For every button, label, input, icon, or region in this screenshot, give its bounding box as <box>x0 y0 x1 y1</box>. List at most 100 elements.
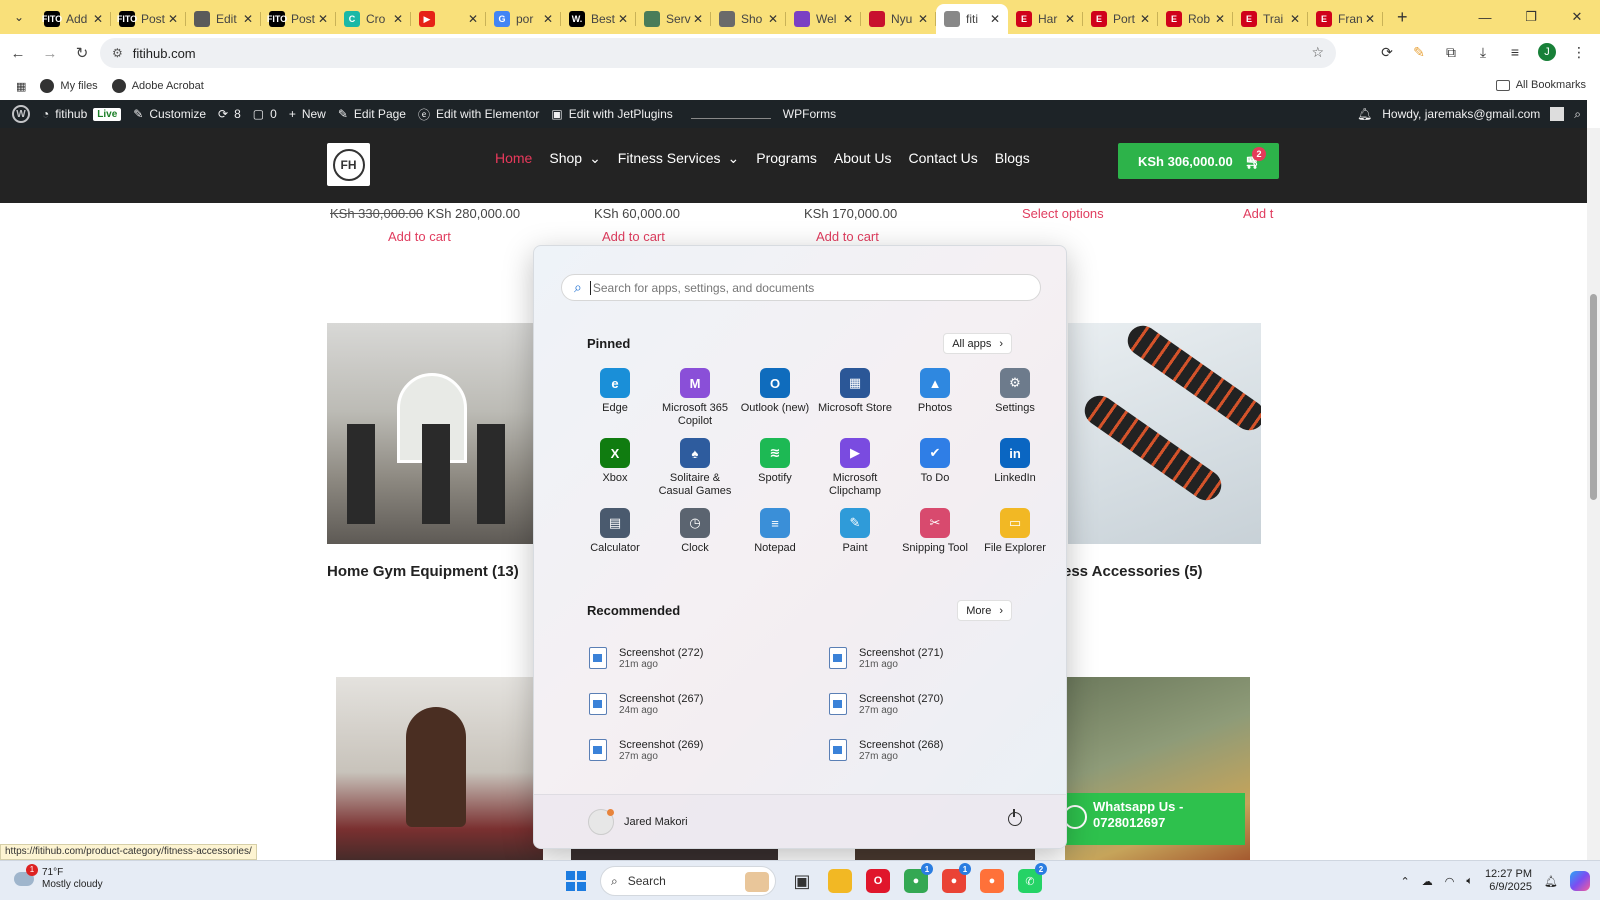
recommended-item[interactable]: Screenshot (270) 27m ago <box>829 681 1029 727</box>
scroll-thumb[interactable] <box>1590 294 1597 500</box>
pinned-app-calculator[interactable]: ▤ Calculator <box>575 508 655 578</box>
tab-close-icon[interactable]: ✕ <box>916 12 930 26</box>
tab-close-icon[interactable]: ✕ <box>766 12 780 26</box>
wp-customize[interactable]: ✎ Customize <box>133 107 206 121</box>
bookmark-my-files[interactable]: My files <box>40 79 98 93</box>
category-title-home-gym[interactable]: Home Gym Equipment (13) <box>327 563 519 580</box>
pinned-app-settings[interactable]: ⚙ Settings <box>975 368 1055 438</box>
tab-close-icon[interactable]: ✕ <box>316 12 330 26</box>
pinned-app-snipping[interactable]: ✂ Snipping Tool <box>895 508 975 578</box>
extension-sync-icon[interactable]: ⟳ <box>1374 39 1400 65</box>
nav-about-us[interactable]: About Us <box>834 150 892 167</box>
download-icon[interactable]: ⤓ <box>1470 39 1496 65</box>
taskbar-search[interactable]: ⌕ Search <box>600 866 776 896</box>
wp-updates[interactable]: ⟳ 8 <box>218 107 241 121</box>
chevron-down-icon[interactable]: ⌄ <box>589 150 601 167</box>
onedrive-icon[interactable]: ☁ <box>1422 875 1433 888</box>
tab-close-icon[interactable]: ✕ <box>241 12 255 26</box>
tab-close-icon[interactable]: ✕ <box>166 12 180 26</box>
notification-bell-icon[interactable]: 🔔︎ <box>1357 107 1372 121</box>
opera-icon[interactable]: O <box>866 869 890 893</box>
wp-stats-sparkline[interactable] <box>690 109 771 119</box>
wp-edit-page[interactable]: ✎ Edit Page <box>338 107 406 121</box>
browser-tab[interactable]: Wel ✕ <box>786 4 861 34</box>
pinned-app-folder[interactable]: ▭ File Explorer <box>975 508 1055 578</box>
forward-icon[interactable]: → <box>36 39 64 67</box>
pinned-app-paint[interactable]: ✎ Paint <box>815 508 895 578</box>
browser-tab[interactable]: Nyu ✕ <box>861 4 936 34</box>
jump-rope-image[interactable] <box>1068 323 1261 544</box>
address-bar[interactable]: ⚙ fitihub.com ☆ <box>100 38 1336 68</box>
browser-tab[interactable]: W. Best ✕ <box>561 4 636 34</box>
nav-programs[interactable]: Programs <box>756 150 817 167</box>
chevron-up-icon[interactable]: ⌃ <box>1401 875 1410 888</box>
new-tab-button[interactable]: + <box>1397 7 1408 28</box>
wp-search-icon[interactable]: ⌕ <box>1574 107 1581 122</box>
extensions-icon[interactable]: ⧉ <box>1438 39 1464 65</box>
tab-close-icon[interactable]: ✕ <box>466 12 480 26</box>
tab-close-icon[interactable]: ✕ <box>841 12 855 26</box>
site-info-icon[interactable]: ⚙ <box>112 46 123 60</box>
pinned-app-photos[interactable]: ▲ Photos <box>895 368 975 438</box>
tab-close-icon[interactable]: ✕ <box>1063 12 1077 26</box>
user-avatar[interactable] <box>1550 107 1565 121</box>
recommended-item[interactable]: Screenshot (267) 24m ago <box>589 681 829 727</box>
wordpress-logo-icon[interactable]: W <box>12 105 30 123</box>
wp-site-link[interactable]: ◔ fitihub Live <box>42 107 122 121</box>
apps-grid-icon[interactable]: ▦ <box>16 80 26 93</box>
wp-edit-elementor[interactable]: ⓔ Edit with Elementor <box>418 106 539 123</box>
browser-tab[interactable]: FITO Post ✕ <box>261 4 336 34</box>
wifi-icon[interactable]: ◠ <box>1445 875 1455 888</box>
whatsapp-icon[interactable]: ✆ 2 <box>1018 863 1047 893</box>
browser-tab[interactable]: Edit ✕ <box>186 4 261 34</box>
browser-tab[interactable]: FITO Add ✕ <box>36 4 111 34</box>
chevron-down-icon[interactable]: ⌄ <box>728 150 740 167</box>
media-control-icon[interactable]: ≡ <box>1502 39 1528 65</box>
wp-new[interactable]: + New <box>289 107 326 121</box>
nav-contact-us[interactable]: Contact Us <box>909 150 978 167</box>
weather-widget[interactable]: 1 71°F Mostly cloudy <box>14 864 103 891</box>
task-view-icon[interactable]: ▣ <box>790 869 814 893</box>
windows-start-icon[interactable] <box>566 871 586 891</box>
pinned-app-clipchamp[interactable]: ▶ Microsoft Clipchamp <box>815 438 895 508</box>
start-search-input[interactable]: ⌕ Search for apps, settings, and documen… <box>561 274 1041 301</box>
browser-tab[interactable]: E Har ✕ <box>1008 4 1083 34</box>
page-scrollbar[interactable] <box>1587 128 1600 860</box>
tab-close-icon[interactable]: ✕ <box>541 12 555 26</box>
browser-tab[interactable]: E Trai ✕ <box>1233 4 1308 34</box>
whatsapp-button[interactable]: Whatsapp Us - 0728012697 <box>1055 793 1245 845</box>
site-logo[interactable]: FH <box>327 143 370 186</box>
wp-howdy[interactable]: Howdy, jaremaks@gmail.com <box>1382 107 1540 121</box>
athlete-image[interactable] <box>336 677 543 860</box>
nav-shop[interactable]: Shop <box>549 150 582 167</box>
chrome-icon[interactable]: ● 1 <box>904 863 933 893</box>
browser-tab[interactable]: FITO Post ✕ <box>111 4 186 34</box>
recommended-item[interactable]: Screenshot (271) 21m ago <box>829 635 1029 681</box>
product-action-link[interactable]: Add t <box>1243 206 1273 221</box>
tab-close-icon[interactable]: ✕ <box>988 12 1002 26</box>
pinned-app-spotify[interactable]: ≋ Spotify <box>735 438 815 508</box>
pinned-app-outlook[interactable]: O Outlook (new) <box>735 368 815 438</box>
notification-bell-icon[interactable]: 🔔︎ <box>1544 875 1558 888</box>
menu-icon[interactable]: ⋮ <box>1566 39 1592 65</box>
pinned-app-store[interactable]: ▦ Microsoft Store <box>815 368 895 438</box>
more-button[interactable]: More › <box>957 600 1012 621</box>
product-action-link[interactable]: Add to cart <box>388 229 451 244</box>
product-action-link[interactable]: Add to cart <box>602 229 665 244</box>
browser-tab[interactable]: C Cro ✕ <box>336 4 411 34</box>
browser-tab[interactable]: Gpor ✕ <box>486 4 561 34</box>
all-bookmarks[interactable]: All Bookmarks <box>1495 79 1586 91</box>
nav-blogs[interactable]: Blogs <box>995 150 1030 167</box>
reload-icon[interactable]: ↻ <box>68 39 96 67</box>
browser-tab[interactable]: fiti ✕ <box>936 4 1008 34</box>
profile-avatar[interactable]: J <box>1534 39 1560 65</box>
tab-close-icon[interactable]: ✕ <box>391 12 405 26</box>
firefox-icon[interactable]: ● <box>980 869 1004 893</box>
browser-tab[interactable]: Sho ✕ <box>711 4 786 34</box>
pinned-app-xbox[interactable]: X Xbox <box>575 438 655 508</box>
nav-home[interactable]: Home <box>495 150 532 167</box>
pinned-app-clock[interactable]: ◷ Clock <box>655 508 735 578</box>
browser-tab[interactable]: E Fran ✕ <box>1308 4 1383 34</box>
wp-comments[interactable]: ▢ 0 <box>253 107 277 121</box>
tab-close-icon[interactable]: ✕ <box>1288 12 1302 26</box>
